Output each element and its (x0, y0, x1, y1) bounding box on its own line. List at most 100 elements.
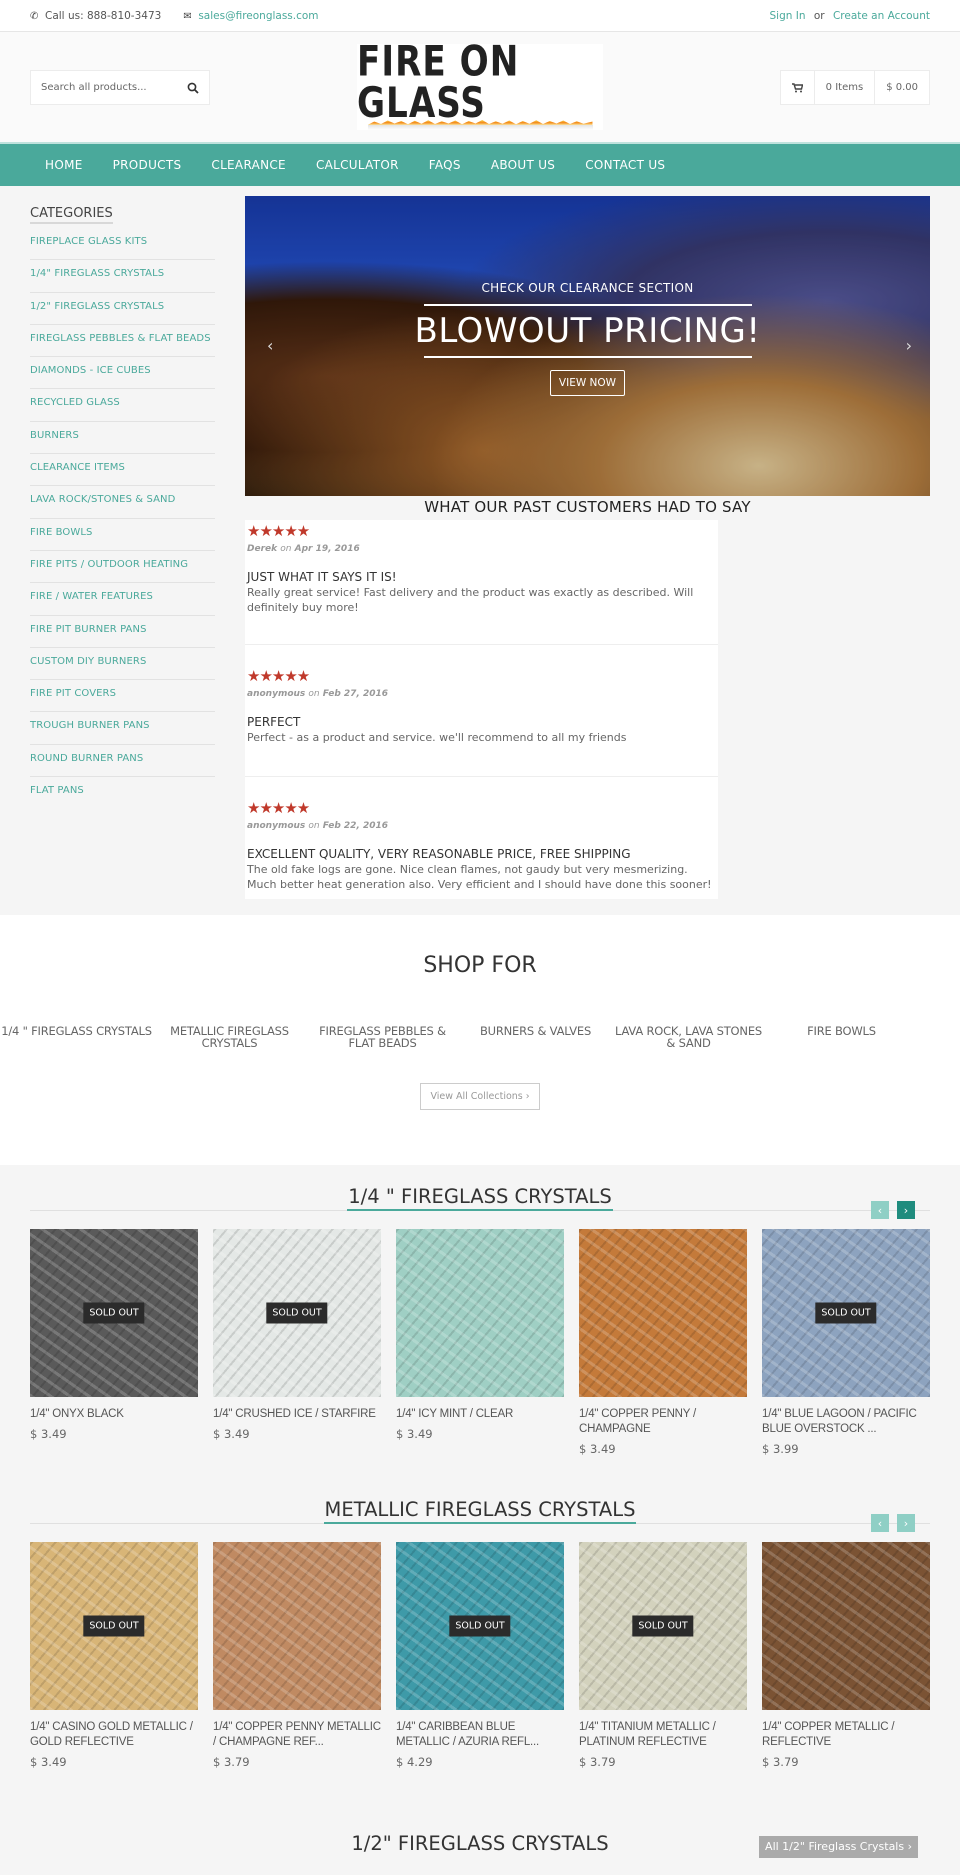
shop-for-item[interactable]: FIREGLASS PEBBLES & FLAT BEADS (306, 1025, 459, 1049)
product-name[interactable]: 1/4" COPPER METALLIC / REFLECTIVE (762, 1720, 930, 1750)
cart-icon[interactable] (781, 71, 814, 104)
carousel-prev-button[interactable]: ‹ (871, 1201, 889, 1219)
sidebar-category-item[interactable]: FIREPLACE GLASS KITS (30, 228, 215, 261)
sign-in-link[interactable]: Sign In (770, 10, 806, 22)
shop-for-item[interactable]: LAVA ROCK, LAVA STONES & SAND (612, 1025, 765, 1049)
shop-for-item[interactable]: 1/4 " FIREGLASS CRYSTALS (0, 1025, 153, 1049)
sidebar-category-item[interactable]: FIRE / WATER FEATURES (30, 583, 215, 616)
all-half-inch-button[interactable]: All 1/2" Fireglass Crystals › (759, 1836, 918, 1858)
review-author: Derek (247, 544, 278, 554)
view-all-collections-button[interactable]: View All Collections › (420, 1083, 540, 1110)
review-author: anonymous (247, 821, 306, 831)
carousel-next-button[interactable]: › (897, 1514, 915, 1532)
sidebar-category-item[interactable]: 1/2" FIREGLASS CRYSTALS (30, 293, 215, 325)
sidebar-category-item[interactable]: FIRE PIT BURNER PANS (30, 616, 215, 648)
product-name[interactable]: 1/4" TITANIUM METALLIC / PLATINUM REFLEC… (579, 1720, 747, 1750)
product-price: $ 4.29 (396, 1755, 433, 1769)
product-card[interactable]: 1/4" COPPER METALLIC / REFLECTIVE $ 3.79 (762, 1542, 930, 1769)
product-card[interactable]: SOLD OUT 1/4" CARIBBEAN BLUE METALLIC / … (396, 1542, 564, 1769)
product-name[interactable]: 1/4" ONYX BLACK (30, 1407, 198, 1422)
product-image[interactable]: SOLD OUT (213, 1229, 381, 1397)
cart-total[interactable]: $ 0.00 (874, 71, 929, 104)
review-date: Apr 19, 2016 (294, 544, 360, 554)
sidebar-category-item[interactable]: FIREGLASS PEBBLES & FLAT BEADS (30, 325, 215, 358)
nav-products[interactable]: PRODUCTS (98, 158, 197, 172)
product-name[interactable]: 1/4" BLUE LAGOON / PACIFIC BLUE OVERSTOC… (762, 1407, 930, 1437)
sidebar-category-item[interactable]: FIRE PITS / OUTDOOR HEATING (30, 551, 215, 584)
review-date: Feb 22, 2016 (322, 821, 389, 831)
search-input[interactable]: Search all products... (41, 82, 147, 93)
product-card[interactable]: SOLD OUT 1/4" CRUSHED ICE / STARFIRE $ 3… (213, 1229, 381, 1456)
nav-clearance[interactable]: CLEARANCE (196, 158, 301, 172)
product-name[interactable]: 1/4" ICY MINT / CLEAR (396, 1407, 564, 1422)
sold-out-badge: SOLD OUT (83, 1615, 145, 1637)
sidebar-category-item[interactable]: FIRE PIT COVERS (30, 680, 215, 713)
view-now-button[interactable]: VIEW NOW (549, 370, 626, 396)
shop-for-item[interactable]: FIRE BOWLS (765, 1025, 918, 1049)
product-name[interactable]: 1/4" COPPER PENNY / CHAMPAGNE (579, 1407, 747, 1437)
nav-calculator[interactable]: CALCULATOR (301, 158, 414, 172)
product-price: $ 3.79 (213, 1755, 250, 1769)
product-image[interactable]: SOLD OUT (30, 1542, 198, 1710)
product-card[interactable]: SOLD OUT 1/4" CASINO GOLD METALLIC / GOL… (30, 1542, 198, 1769)
logo[interactable]: FIRE ON GLASS (357, 40, 603, 130)
email-link[interactable]: ✉ sales@fireonglass.com (183, 10, 318, 22)
nav-home[interactable]: HOME (30, 158, 98, 172)
sidebar-category-item[interactable]: ROUND BURNER PANS (30, 745, 215, 778)
sidebar-category-item[interactable]: TROUGH BURNER PANS (30, 712, 215, 745)
product-name[interactable]: 1/4" CARIBBEAN BLUE METALLIC / AZURIA RE… (396, 1720, 564, 1750)
star-rating: ★★★★★ (247, 522, 310, 540)
product-name[interactable]: 1/4" CASINO GOLD METALLIC / GOLD REFLECT… (30, 1720, 198, 1750)
star-rating: ★★★★★ (247, 667, 310, 685)
product-card[interactable]: 1/4" ICY MINT / CLEAR $ 3.49 (396, 1229, 564, 1456)
product-image[interactable] (396, 1229, 564, 1397)
product-image[interactable] (213, 1542, 381, 1710)
sidebar-category-item[interactable]: LAVA ROCK/STONES & SAND (30, 486, 215, 519)
product-card[interactable]: SOLD OUT 1/4" BLUE LAGOON / PACIFIC BLUE… (762, 1229, 930, 1456)
search-icon[interactable] (187, 82, 199, 94)
product-card[interactable]: 1/4" COPPER PENNY / CHAMPAGNE $ 3.49 (579, 1229, 747, 1456)
shop-for-title: SHOP FOR (423, 953, 537, 978)
product-price: $ 3.49 (30, 1755, 67, 1769)
sidebar-category-item[interactable]: 1/4" FIREGLASS CRYSTALS (30, 260, 215, 293)
product-image[interactable] (762, 1542, 930, 1710)
nav-faqs[interactable]: FAQS (414, 158, 476, 172)
section-title: 1/4 " FIREGLASS CRYSTALS (347, 1185, 613, 1211)
nav-about-us[interactable]: ABOUT US (476, 158, 570, 172)
hero-slider[interactable]: ‹ › CHECK OUR CLEARANCE SECTION BLOWOUT … (245, 196, 930, 496)
review-item: ★★★★★ Derek on Apr 19, 2016 JUST WHAT IT… (245, 520, 718, 645)
product-card[interactable]: 1/4" COPPER PENNY METALLIC / CHAMPAGNE R… (213, 1542, 381, 1769)
reviews-title: WHAT OUR PAST CUSTOMERS HAD TO SAY (424, 498, 751, 516)
product-name[interactable]: 1/4" CRUSHED ICE / STARFIRE (213, 1407, 381, 1422)
sold-out-badge: SOLD OUT (815, 1302, 877, 1324)
product-image[interactable]: SOLD OUT (30, 1229, 198, 1397)
product-name[interactable]: 1/4" COPPER PENNY METALLIC / CHAMPAGNE R… (213, 1720, 381, 1750)
sidebar-category-item[interactable]: CLEARANCE ITEMS (30, 454, 215, 487)
product-image[interactable] (579, 1229, 747, 1397)
sidebar-category-item[interactable]: FLAT PANS (30, 777, 215, 809)
shop-for-item[interactable]: BURNERS & VALVES (459, 1025, 612, 1049)
product-image[interactable]: SOLD OUT (762, 1229, 930, 1397)
product-card[interactable]: SOLD OUT 1/4" ONYX BLACK $ 3.49 (30, 1229, 198, 1456)
phone-icon: ✆ (30, 10, 39, 22)
review-title: PERFECT (247, 715, 301, 729)
nav-contact-us[interactable]: CONTACT US (570, 158, 680, 172)
sidebar-category-item[interactable]: CUSTOM DIY BURNERS (30, 648, 215, 681)
cart-items-count[interactable]: 0 Items (813, 71, 875, 104)
sidebar-category-item[interactable]: DIAMONDS - ICE CUBES (30, 357, 215, 390)
sidebar-category-item[interactable]: RECYCLED GLASS (30, 389, 215, 422)
product-image[interactable]: SOLD OUT (396, 1542, 564, 1710)
phone-contact: ✆ Call us: 888-810-3473 (30, 10, 161, 22)
reviews-list: ★★★★★ Derek on Apr 19, 2016 JUST WHAT IT… (245, 520, 718, 899)
header: Search all products... FIRE ON GLASS 0 I… (0, 32, 960, 142)
shop-for-item[interactable]: METALLIC FIREGLASS CRYSTALS (153, 1025, 306, 1049)
sidebar-category-item[interactable]: FIRE BOWLS (30, 519, 215, 551)
product-image[interactable]: SOLD OUT (579, 1542, 747, 1710)
product-card[interactable]: SOLD OUT 1/4" TITANIUM METALLIC / PLATIN… (579, 1542, 747, 1769)
cart-widget[interactable]: 0 Items $ 0.00 (779, 70, 930, 105)
carousel-prev-button[interactable]: ‹ (871, 1514, 889, 1532)
search-box[interactable]: Search all products... (30, 70, 210, 105)
carousel-next-button[interactable]: › (897, 1201, 915, 1219)
sidebar-category-item[interactable]: BURNERS (30, 422, 215, 455)
create-account-link[interactable]: Create an Account (833, 10, 930, 22)
